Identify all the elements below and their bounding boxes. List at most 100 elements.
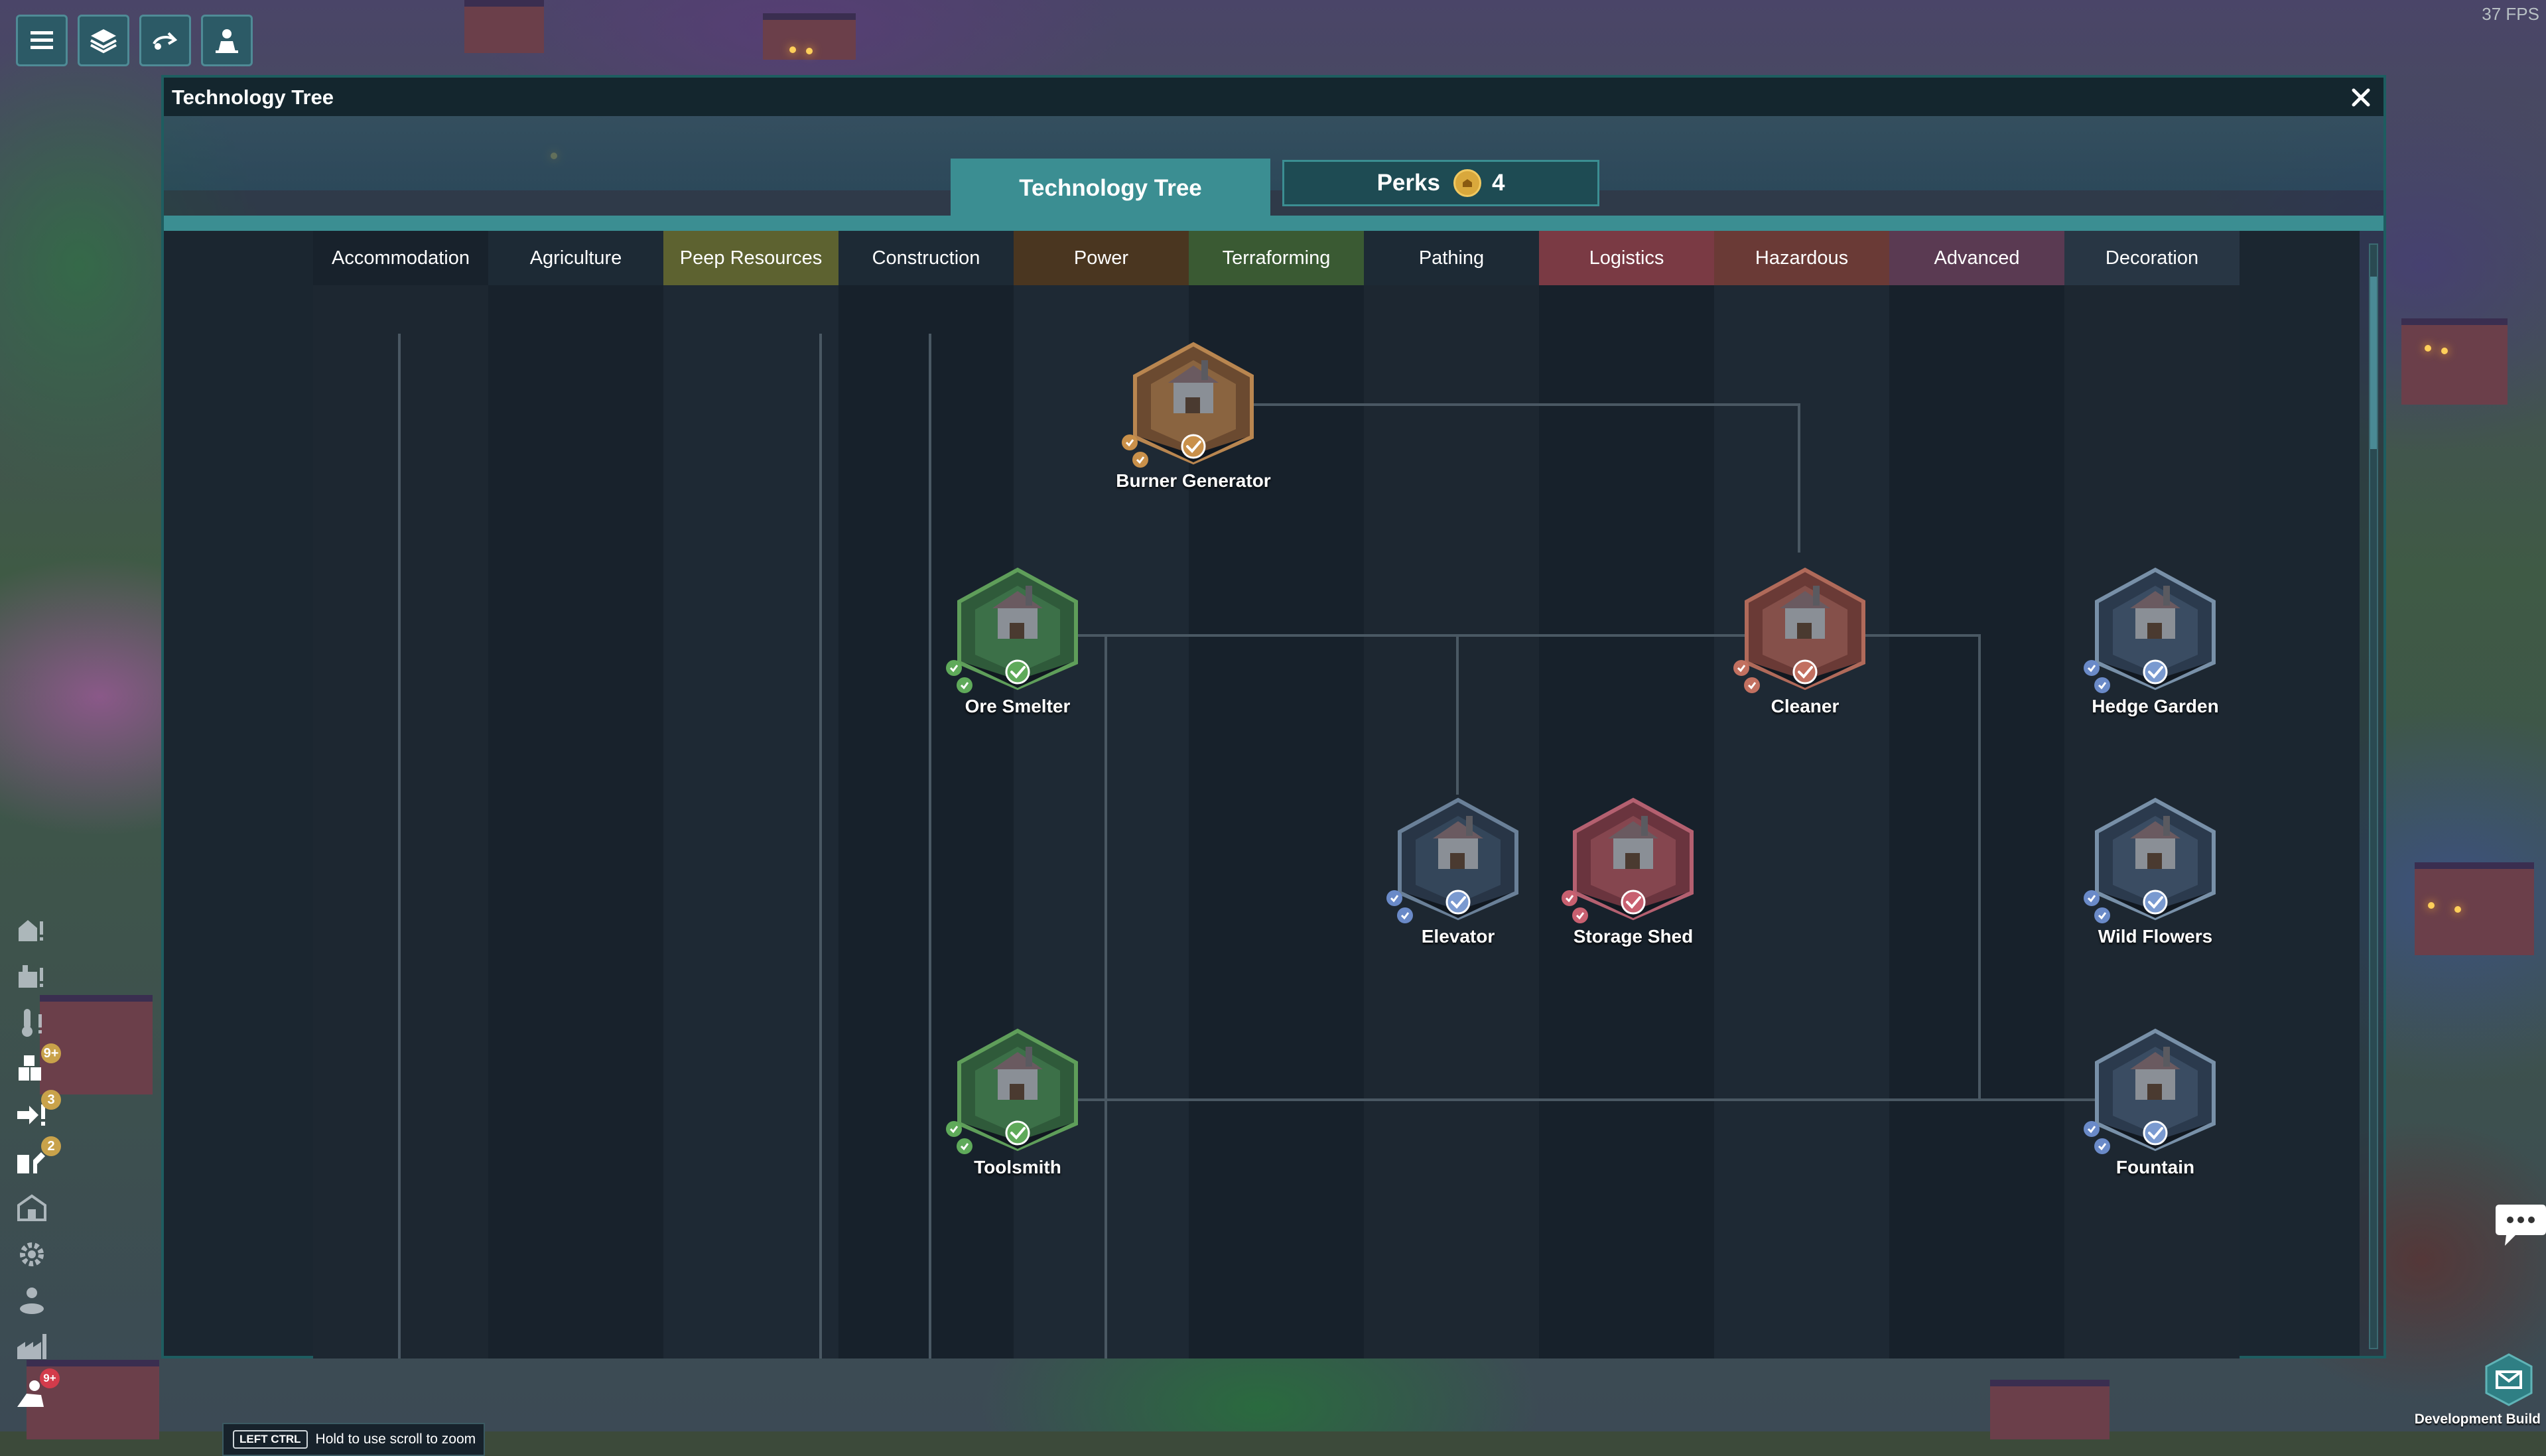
tab-strip xyxy=(164,116,2383,190)
category-tab[interactable]: Decoration xyxy=(2064,231,2240,285)
category-column xyxy=(2064,231,2240,1358)
ore-smelter-building-icon xyxy=(957,567,1078,691)
build-tools-button[interactable] xyxy=(139,15,191,66)
perk-count: 4 xyxy=(1491,170,1505,196)
requirement-check-icon xyxy=(2094,677,2110,693)
tech-node-wild-flowers[interactable]: Wild Flowers xyxy=(2084,796,2222,947)
zoom-hint: LEFT CTRL Hold to use scroll to zoom xyxy=(222,1423,485,1456)
requirement-check-icon xyxy=(957,677,972,693)
category-tab[interactable]: Advanced xyxy=(1889,231,2064,285)
tech-node-label: Burner Generator xyxy=(1116,470,1271,491)
close-icon[interactable] xyxy=(2348,84,2374,111)
peep-icon xyxy=(216,29,238,53)
requirement-check-icon xyxy=(1562,890,1577,906)
hedge-garden-building-icon xyxy=(2095,567,2216,691)
tech-node-storage-shed[interactable]: Storage Shed xyxy=(1562,796,1700,947)
requirement-check-icon xyxy=(1744,677,1760,693)
settings-alert-icon[interactable] xyxy=(15,1237,49,1272)
tech-node-label: Ore Smelter xyxy=(965,696,1071,716)
category-tab[interactable]: Hazardous xyxy=(1714,231,1889,285)
requirement-check-icon xyxy=(2094,1138,2110,1154)
requirement-check-icon xyxy=(2094,907,2110,923)
requirement-check-icon xyxy=(2084,660,2100,676)
tech-tree-canvas[interactable]: Accommodation Agriculture Peep Resources Co… xyxy=(164,231,2360,1456)
tab-perks-label: Perks xyxy=(1376,170,1440,196)
category-tab[interactable]: Power xyxy=(1014,231,1189,285)
tech-node-label: Cleaner xyxy=(1771,696,1840,716)
industry-alert-icon[interactable] xyxy=(15,1330,49,1364)
hamburger-icon xyxy=(31,31,53,49)
tech-node-toolsmith[interactable]: Toolsmith xyxy=(946,1027,1084,1177)
technology-tree-window: Technology Tree Technology Tree Perks 4 … xyxy=(161,75,2386,1456)
requirement-check-icon xyxy=(2084,1121,2100,1137)
workplace-alert-icon[interactable] xyxy=(15,959,49,993)
toolsmith-building-icon xyxy=(957,1028,1078,1152)
requirement-check-icon xyxy=(1122,434,1138,450)
tech-node-burner-generator[interactable]: Burner Generator xyxy=(1116,340,1271,491)
hint-key: LEFT CTRL xyxy=(233,1430,308,1449)
window-light xyxy=(2425,345,2431,352)
peep-alert-badge: 9+ xyxy=(40,1368,60,1388)
layers-button[interactable] xyxy=(78,15,129,66)
requirement-check-icon xyxy=(1397,907,1413,923)
tech-node-fountain[interactable]: Fountain xyxy=(2084,1027,2222,1177)
category-tab[interactable]: Logistics xyxy=(1539,231,1714,285)
category-column xyxy=(313,231,488,1358)
fps-counter: 37 FPS xyxy=(2482,4,2539,24)
window-title: Technology Tree xyxy=(172,86,334,109)
category-tab[interactable]: Peep Resources xyxy=(663,231,838,285)
research-alert-icon[interactable] xyxy=(15,1284,49,1318)
perk-coin-icon xyxy=(1453,169,1481,197)
requirement-check-icon xyxy=(1132,452,1148,468)
development-build-label: Development Build xyxy=(2414,1412,2541,1427)
category-tab[interactable]: Construction xyxy=(838,231,1014,285)
category-tab[interactable]: Terraforming xyxy=(1189,231,1364,285)
tech-node-ore-smelter[interactable]: Ore Smelter xyxy=(946,566,1084,716)
tab-technology-tree[interactable]: Technology Tree xyxy=(951,159,1270,218)
cleaner-building-icon xyxy=(1745,567,1865,691)
category-tab[interactable]: Accommodation xyxy=(313,231,488,285)
elevator-building-icon xyxy=(1398,797,1518,921)
window-light xyxy=(2454,906,2461,913)
peeps-button[interactable] xyxy=(201,15,253,66)
building-alert-icon[interactable] xyxy=(15,1191,49,1225)
village-house xyxy=(464,0,544,53)
requirement-check-icon xyxy=(1733,660,1749,676)
village-house xyxy=(1990,1380,2110,1439)
tech-node-label: Hedge Garden xyxy=(2092,696,2219,716)
wild-flowers-building-icon xyxy=(2095,797,2216,921)
burner-generator-building-icon xyxy=(1133,342,1254,465)
main-menu-button[interactable] xyxy=(16,15,68,66)
fountain-building-icon xyxy=(2095,1028,2216,1152)
category-column xyxy=(488,231,663,1358)
tab-perks[interactable]: Perks 4 xyxy=(1282,160,1599,206)
tech-node-cleaner[interactable]: Cleaner xyxy=(1733,566,1871,716)
chat-bubble-icon[interactable] xyxy=(2493,1199,2546,1248)
scrollbar-thumb[interactable] xyxy=(2370,277,2377,449)
tech-node-label: Storage Shed xyxy=(1573,926,1694,947)
requirement-check-icon xyxy=(2084,890,2100,906)
tech-node-label: Fountain xyxy=(2115,1157,2195,1177)
window-light xyxy=(806,48,813,54)
category-column xyxy=(663,231,838,1358)
tech-node-label: Wild Flowers xyxy=(2098,926,2213,947)
category-tab[interactable]: Agriculture xyxy=(488,231,663,285)
requirement-check-icon xyxy=(946,1121,962,1137)
mail-icon[interactable] xyxy=(2485,1353,2533,1406)
peep-arrival-badge: 3 xyxy=(41,1090,61,1110)
tools-alert-badge: 2 xyxy=(41,1136,61,1156)
window-title-bar[interactable]: Technology Tree xyxy=(164,78,2383,116)
requirement-check-icon xyxy=(957,1138,972,1154)
temperature-alert-icon[interactable] xyxy=(15,1005,49,1039)
tech-node-elevator[interactable]: Elevator xyxy=(1386,796,1524,947)
tab-technology-tree-label: Technology Tree xyxy=(1019,175,1202,201)
tech-node-hedge-garden[interactable]: Hedge Garden xyxy=(2084,566,2222,716)
window-light xyxy=(2441,348,2448,354)
layers-icon xyxy=(90,29,117,54)
category-column xyxy=(1364,231,1539,1358)
category-tab[interactable]: Pathing xyxy=(1364,231,1539,285)
housing-alert-icon[interactable] xyxy=(15,912,49,947)
tech-node-label: Toolsmith xyxy=(974,1157,1061,1177)
storage-alert-badge: 9+ xyxy=(41,1043,61,1063)
hint-text: Hold to use scroll to zoom xyxy=(315,1431,476,1447)
